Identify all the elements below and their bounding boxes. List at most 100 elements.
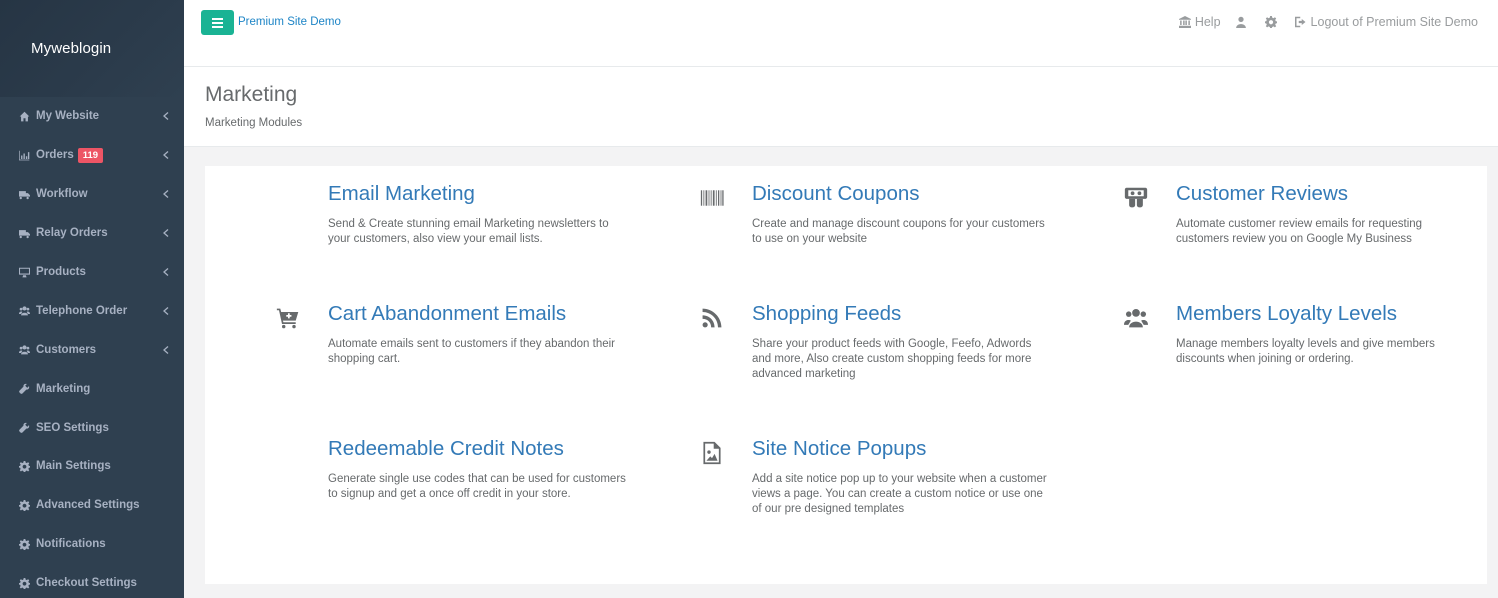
module-customer-reviews: Customer Reviews Automate customer revie… <box>1124 182 1498 247</box>
sidebar-item-my-website[interactable]: My Website <box>0 97 184 136</box>
gear-icon <box>18 460 30 472</box>
gear-icon <box>18 577 30 589</box>
bank-icon <box>1178 16 1191 28</box>
brand: Myweblogin <box>0 0 184 97</box>
module-title-link[interactable]: Redeemable Credit Notes <box>328 437 668 461</box>
module-title-link[interactable]: Site Notice Popups <box>752 437 1092 461</box>
module-members-loyalty-levels: Members Loyalty Levels Manage members lo… <box>1124 302 1498 367</box>
sidebar-item-label: Telephone Order <box>36 304 128 317</box>
sidebar-item-telephone-order[interactable]: Telephone Order <box>0 291 184 330</box>
sidebar-item-workflow[interactable]: Workflow <box>0 175 184 214</box>
sidebar-item-label: Marketing <box>36 382 91 395</box>
sidebar-item-orders[interactable]: Orders 119 <box>0 136 184 175</box>
site-name-link[interactable]: Premium Site Demo <box>238 16 341 28</box>
users-icon <box>18 344 30 356</box>
module-description: Automate customer review emails for requ… <box>1176 218 1423 245</box>
sidebar-item-label: Advanced Settings <box>36 499 140 512</box>
sidebar-item-label: Orders 119 <box>36 148 162 164</box>
sidebar-item-label: Notifications <box>36 538 106 551</box>
gear-icon <box>18 499 30 511</box>
module-title-link[interactable]: Members Loyalty Levels <box>1176 302 1498 326</box>
module-discount-coupons: Discount Coupons Create and manage disco… <box>700 182 1092 247</box>
gear-icon <box>18 538 30 550</box>
sidebar-item-label: Workflow <box>36 188 88 201</box>
truck-icon <box>18 188 30 200</box>
top-navbar: Premium Site Demo Help Logout of Premium… <box>184 0 1498 67</box>
sidebar-item-label-text: Orders <box>36 149 74 162</box>
gear-icon <box>1264 16 1277 28</box>
logout-label: Logout of Premium Site Demo <box>1310 15 1478 29</box>
help-link[interactable]: Help <box>1178 15 1221 29</box>
barcode-icon[interactable] <box>698 184 726 212</box>
module-title-link[interactable]: Discount Coupons <box>752 182 1092 206</box>
module-email-marketing: Email Marketing Send & Create stunning e… <box>328 182 668 247</box>
module-description: Manage members loyalty levels and give m… <box>1176 338 1435 365</box>
sidebar-item-label: Relay Orders <box>36 227 108 240</box>
brand-name[interactable]: Myweblogin <box>31 40 111 57</box>
sidebar-item-advanced-settings[interactable]: Advanced Settings <box>0 486 184 525</box>
page-heading: Marketing Marketing Modules <box>184 67 1498 147</box>
page-subtitle: Marketing Modules <box>205 117 303 129</box>
sidebar-item-label: Checkout Settings <box>36 577 137 590</box>
reviews-icon[interactable] <box>1122 184 1150 212</box>
sidebar-item-label: My Website <box>36 110 100 123</box>
chevron-left-icon <box>162 190 170 199</box>
settings-link[interactable] <box>1264 16 1281 28</box>
module-title-link[interactable]: Email Marketing <box>328 182 668 206</box>
module-description: Share your product feeds with Google, Fe… <box>752 338 1032 380</box>
marketing-modules-panel: Email Marketing Send & Create stunning e… <box>205 166 1487 584</box>
sidebar-item-notifications[interactable]: Notifications <box>0 525 184 564</box>
orders-count-badge: 119 <box>77 148 104 164</box>
menu-toggle-button[interactable] <box>201 10 234 35</box>
module-shopping-feeds: Shopping Feeds Share your product feeds … <box>702 302 1092 382</box>
sidebar-item-checkout-settings[interactable]: Checkout Settings <box>0 564 184 598</box>
sidebar-item-label: SEO Settings <box>36 421 109 434</box>
sidebar-item-label: Customers <box>36 343 97 356</box>
top-right-links: Help Logout of Premium Site Demo <box>1165 15 1478 29</box>
chevron-left-icon <box>162 306 170 315</box>
module-description: Send & Create stunning email Marketing n… <box>328 218 609 245</box>
sidebar: Myweblogin My Website Orders 119 Workflow… <box>0 0 184 598</box>
sidebar-item-marketing[interactable]: Marketing <box>0 369 184 408</box>
user-icon <box>1235 16 1246 28</box>
sidebar-item-main-settings[interactable]: Main Settings <box>0 447 184 486</box>
logout-link[interactable]: Logout of Premium Site Demo <box>1294 15 1478 29</box>
chevron-left-icon <box>162 345 170 354</box>
help-label: Help <box>1194 15 1221 29</box>
chevron-left-icon <box>162 112 170 121</box>
page-title: Marketing <box>205 83 298 106</box>
sidebar-item-relay-orders[interactable]: Relay Orders <box>0 214 184 253</box>
hamburger-icon <box>212 17 223 28</box>
wrench-icon <box>18 383 30 395</box>
chevron-left-icon <box>162 229 170 238</box>
bar-chart-icon <box>18 149 30 161</box>
sidebar-item-label: Products <box>36 266 86 278</box>
desktop-icon <box>18 266 30 278</box>
sidebar-item-customers[interactable]: Customers <box>0 330 184 369</box>
module-redeemable-credit-notes: Redeemable Credit Notes Generate single … <box>328 437 668 502</box>
module-cart-abandonment-emails: Cart Abandonment Emails Automate emails … <box>276 302 668 367</box>
users-icon[interactable] <box>1122 304 1150 332</box>
module-title-link[interactable]: Cart Abandonment Emails <box>328 302 668 326</box>
wrench-icon <box>18 422 30 434</box>
home-icon <box>18 110 30 122</box>
sidebar-item-seo-settings[interactable]: SEO Settings <box>0 408 184 447</box>
module-description: Add a site notice pop up to your website… <box>752 473 1047 515</box>
module-description: Create and manage discount coupons for y… <box>752 218 1045 245</box>
module-title-link[interactable]: Customer Reviews <box>1176 182 1498 206</box>
sign-out-icon <box>1294 16 1306 28</box>
truck-icon <box>18 227 30 239</box>
rss-icon[interactable] <box>698 304 726 332</box>
module-site-notice-popups: Site Notice Popups Add a site notice pop… <box>703 437 1092 517</box>
chevron-left-icon <box>162 151 170 160</box>
chevron-left-icon <box>162 268 170 276</box>
sidebar-item-products[interactable]: Products <box>0 253 184 292</box>
module-description: Generate single use codes that can be us… <box>328 473 626 500</box>
image-file-icon[interactable] <box>698 439 726 467</box>
user-profile-link[interactable] <box>1235 16 1251 28</box>
sidebar-item-label: Main Settings <box>36 460 111 473</box>
sidebar-nav: My Website Orders 119 Workflow Relay Orde… <box>0 97 184 598</box>
users-icon <box>18 305 30 317</box>
module-title-link[interactable]: Shopping Feeds <box>752 302 1092 326</box>
cart-plus-icon[interactable] <box>274 304 302 332</box>
